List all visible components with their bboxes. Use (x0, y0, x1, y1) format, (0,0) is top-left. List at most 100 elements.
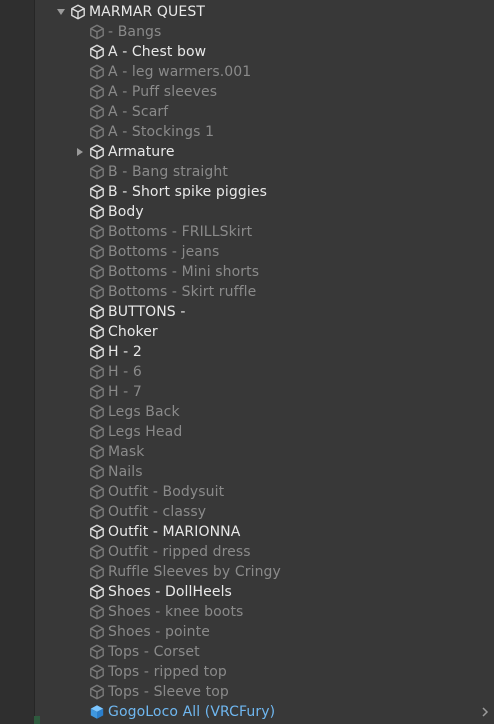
tree-item-label: Shoes - knee boots (108, 604, 244, 620)
tree-item[interactable]: Bottoms - FRILLSkirt (35, 222, 494, 242)
arrow-placeholder (73, 42, 87, 62)
tree-item-label: Legs Head (108, 424, 183, 440)
chevron-right-icon[interactable] (480, 705, 490, 719)
tree-item[interactable]: Tops - Sleeve top (35, 682, 494, 702)
arrow-placeholder (73, 422, 87, 442)
arrow-placeholder (73, 82, 87, 102)
cube-icon (88, 523, 106, 541)
tree-item[interactable]: BUTTONS - (35, 302, 494, 322)
tree-item[interactable]: Legs Back (35, 402, 494, 422)
tree-item[interactable]: Legs Head (35, 422, 494, 442)
arrow-placeholder (73, 682, 87, 702)
cube-icon (88, 623, 106, 641)
tree-item-label: H - 2 (108, 344, 142, 360)
tree-item[interactable]: Bottoms - Skirt ruffle (35, 282, 494, 302)
tree-item[interactable]: GogoLoco All (VRCFury) (35, 702, 494, 722)
tree-item-label: A - Chest bow (108, 44, 207, 60)
tree-item[interactable]: Nails (35, 462, 494, 482)
tree-item[interactable]: H - 2 (35, 342, 494, 362)
arrow-placeholder (73, 562, 87, 582)
tree-item[interactable]: Armature (35, 142, 494, 162)
tree-item[interactable]: Shoes - DollHeels (35, 582, 494, 602)
tree-item[interactable]: A - leg warmers.001 (35, 62, 494, 82)
tree-item[interactable]: Choker (35, 322, 494, 342)
tree-item[interactable]: Outfit - classy (35, 502, 494, 522)
cube-icon (88, 23, 106, 41)
tree-item[interactable]: Bottoms - jeans (35, 242, 494, 262)
cube-icon (88, 83, 106, 101)
arrow-placeholder (73, 322, 87, 342)
hierarchy-tree: MARMAR QUEST - Bangs A - Chest bow A - leg … (35, 2, 494, 722)
tree-item-label: A - Stockings 1 (108, 124, 215, 140)
cube-icon (88, 203, 106, 221)
tree-root-row[interactable]: MARMAR QUEST (35, 2, 494, 22)
tree-item[interactable]: Tops - Corset (35, 642, 494, 662)
tree-item[interactable]: - Bangs (35, 22, 494, 42)
tree-item[interactable]: B - Bang straight (35, 162, 494, 182)
cube-icon (88, 303, 106, 321)
tree-item-label: B - Short spike piggies (108, 184, 267, 200)
cube-icon (69, 3, 87, 21)
cube-icon (88, 263, 106, 281)
tree-item[interactable]: Outfit - Bodysuit (35, 482, 494, 502)
tree-item-label: Ruffle Sleeves by Cringy (108, 564, 281, 580)
arrow-placeholder (73, 622, 87, 642)
tree-item-label: Choker (108, 324, 158, 340)
arrow-placeholder (73, 522, 87, 542)
tree-item[interactable]: H - 6 (35, 362, 494, 382)
cube-icon (88, 483, 106, 501)
cube-icon (88, 683, 106, 701)
tree-item[interactable]: A - Chest bow (35, 42, 494, 62)
cube-icon (88, 43, 106, 61)
tree-item-label: Outfit - ripped dress (108, 544, 251, 560)
tree-item[interactable]: Bottoms - Mini shorts (35, 262, 494, 282)
arrow-placeholder (73, 642, 87, 662)
expand-arrow-icon[interactable] (54, 2, 68, 22)
cube-icon (88, 283, 106, 301)
arrow-placeholder (73, 402, 87, 422)
tree-item[interactable]: Ruffle Sleeves by Cringy (35, 562, 494, 582)
tree-item-label: GogoLoco All (VRCFury) (108, 704, 276, 720)
tree-item[interactable]: B - Short spike piggies (35, 182, 494, 202)
tree-item-label: Bottoms - jeans (108, 244, 220, 260)
cube-icon (88, 583, 106, 601)
cube-icon (88, 383, 106, 401)
arrow-placeholder (73, 242, 87, 262)
cube-icon (88, 423, 106, 441)
tree-item[interactable]: A - Puff sleeves (35, 82, 494, 102)
cube-icon (88, 123, 106, 141)
tree-item-label: Outfit - MARIONNA (108, 524, 241, 540)
tree-item[interactable]: Outfit - MARIONNA (35, 522, 494, 542)
tree-item-label: H - 7 (108, 384, 142, 400)
tree-item[interactable]: Mask (35, 442, 494, 462)
cube-icon (88, 163, 106, 181)
tree-item-label: A - Scarf (108, 104, 169, 120)
tree-item[interactable]: Shoes - knee boots (35, 602, 494, 622)
tree-item[interactable]: Tops - ripped top (35, 662, 494, 682)
tree-item-label: Mask (108, 444, 145, 460)
tree-item[interactable]: H - 7 (35, 382, 494, 402)
cube-icon (88, 323, 106, 341)
tree-item-label: Bottoms - FRILLSkirt (108, 224, 253, 240)
arrow-placeholder (73, 202, 87, 222)
cube-icon (88, 403, 106, 421)
tree-item-label: A - leg warmers.001 (108, 64, 252, 80)
tree-item[interactable]: A - Stockings 1 (35, 122, 494, 142)
cube-icon (88, 463, 106, 481)
tree-item-label: Tops - Sleeve top (108, 684, 229, 700)
tree-item[interactable]: Shoes - pointe (35, 622, 494, 642)
tree-item-label: Bottoms - Skirt ruffle (108, 284, 257, 300)
tree-item[interactable]: A - Scarf (35, 102, 494, 122)
tree-item-label: Bottoms - Mini shorts (108, 264, 260, 280)
arrow-placeholder (73, 62, 87, 82)
tree-item-label: Armature (108, 144, 175, 160)
tree-item[interactable]: Body (35, 202, 494, 222)
tree-item[interactable]: Outfit - ripped dress (35, 542, 494, 562)
arrow-placeholder (73, 702, 87, 722)
cube-icon (88, 103, 106, 121)
expand-arrow-icon[interactable] (73, 142, 87, 162)
arrow-placeholder (73, 342, 87, 362)
arrow-placeholder (73, 482, 87, 502)
arrow-placeholder (73, 502, 87, 522)
arrow-placeholder (73, 302, 87, 322)
